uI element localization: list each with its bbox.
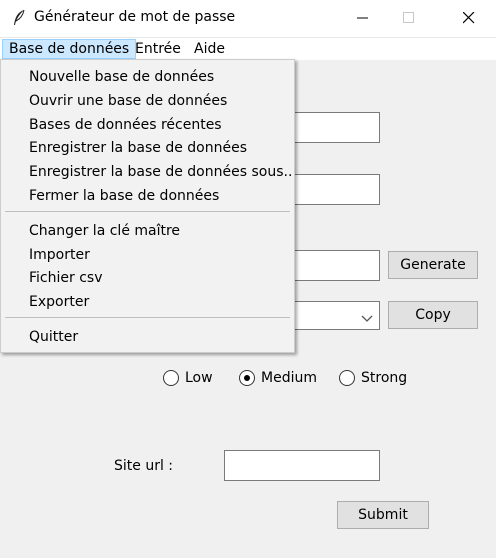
feather-icon xyxy=(12,9,26,27)
site-url-input[interactable] xyxy=(224,450,380,481)
radio-circle[interactable] xyxy=(339,370,355,386)
submit-button[interactable]: Submit xyxy=(337,501,429,529)
menu-bar: Base de données Entrée Aide xyxy=(0,37,496,60)
generate-button[interactable]: Generate xyxy=(388,251,478,279)
menu-item-bases-recentes[interactable]: Bases de données récentes xyxy=(29,115,222,135)
minimize-button[interactable] xyxy=(340,0,386,36)
database-dropdown-menu: Nouvelle base de données Ouvrir une base… xyxy=(0,59,295,353)
menu-item-fichier-csv[interactable]: Fichier csv xyxy=(29,268,102,288)
menu-item-enregistrer[interactable]: Enregistrer la base de données xyxy=(29,138,247,158)
menu-separator xyxy=(5,317,290,318)
menu-item-ouvrir-base[interactable]: Ouvrir une base de données xyxy=(29,91,227,111)
maximize-icon xyxy=(403,12,414,23)
menu-item-importer[interactable]: Importer xyxy=(29,245,90,265)
site-url-label: Site url : xyxy=(114,458,174,474)
menu-base-de-donnees[interactable]: Base de données xyxy=(2,39,137,59)
menu-item-fermer-base[interactable]: Fermer la base de données xyxy=(29,186,219,206)
menu-item-quitter[interactable]: Quitter xyxy=(29,327,78,347)
title-bar: Générateur de mot de passe xyxy=(0,0,496,37)
close-icon xyxy=(463,12,475,24)
window-title: Générateur de mot de passe xyxy=(34,9,236,25)
maximize-button[interactable] xyxy=(386,0,432,36)
minimize-icon xyxy=(357,17,368,19)
chevron-down-icon[interactable] xyxy=(361,311,373,327)
radio-circle-selected[interactable] xyxy=(239,370,255,386)
close-button[interactable] xyxy=(446,0,492,36)
menu-item-nouvelle-base[interactable]: Nouvelle base de données xyxy=(29,67,214,87)
menu-item-enregistrer-sous[interactable]: Enregistrer la base de données sous.. xyxy=(29,162,292,182)
menu-aide[interactable]: Aide xyxy=(188,39,231,59)
copy-button[interactable]: Copy xyxy=(388,301,478,329)
radio-selected-dot xyxy=(244,375,250,381)
menu-separator xyxy=(5,211,290,212)
menu-entree[interactable]: Entrée xyxy=(129,39,187,59)
menu-item-exporter[interactable]: Exporter xyxy=(29,292,89,312)
radio-circle[interactable] xyxy=(163,370,179,386)
menu-item-changer-cle[interactable]: Changer la clé maître xyxy=(29,221,180,241)
